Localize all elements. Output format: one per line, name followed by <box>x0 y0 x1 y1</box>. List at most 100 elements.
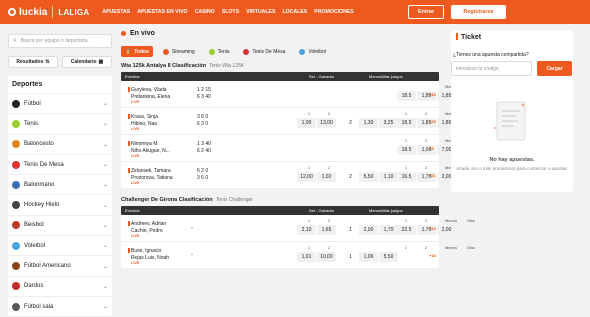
nav-virtuales[interactable]: VIRTUALES <box>246 9 275 15</box>
sport-label: Tenis <box>24 120 39 127</box>
more-markets-link[interactable]: +19 <box>429 92 436 97</box>
sidebar-item-sport[interactable]: Hockey Hielo ⌄ <box>8 195 112 216</box>
login-button[interactable]: Entrar <box>408 5 444 19</box>
odds-button[interactable]: 18.5 <box>397 91 416 101</box>
filter-voleibol[interactable]: Voleibol <box>295 46 330 57</box>
chevron-down-icon[interactable]: ⌄ <box>103 141 108 148</box>
sport-label: Baloncesto <box>24 141 54 148</box>
odds-button[interactable]: 5,50 <box>379 252 398 262</box>
chevron-down-icon[interactable]: ⌄ <box>103 100 108 107</box>
odds-button[interactable]: 1,01 <box>297 252 316 262</box>
odds-button[interactable]: 3,25 <box>379 118 398 128</box>
more-markets-link[interactable]: +13 <box>429 226 436 231</box>
odds-button[interactable]: 1,65 <box>317 225 336 235</box>
nav-promociones[interactable]: PROMOCIONES <box>314 9 354 15</box>
odds-button[interactable]: 1,70 <box>379 225 398 235</box>
filter-todos[interactable]: ⌛ Todos <box>121 46 153 57</box>
more-markets-link[interactable]: +8 <box>429 146 434 151</box>
load-button[interactable]: Cargar <box>537 61 572 76</box>
sidebar-item-sport[interactable]: Fútbol ⌄ <box>8 94 112 115</box>
odds-header: 1 <box>404 245 408 250</box>
empty-ticket-icon <box>494 101 526 141</box>
american-football-icon <box>12 262 20 271</box>
logo-text: luckia <box>19 6 48 18</box>
odds-button[interactable]: 1,06 <box>359 252 378 262</box>
nav-casino[interactable]: CASINO <box>195 9 215 15</box>
odds-button[interactable]: 22.5 <box>397 225 416 235</box>
main-nav: APUESTAS APUESTAS EN VIVO CASINO SLOTS V… <box>102 9 353 15</box>
nav-apuestas-en-vivo[interactable]: APUESTAS EN VIVO <box>137 9 187 15</box>
code-input[interactable]: Introduce tu código <box>451 61 532 76</box>
odds-button[interactable]: 18.5 <box>397 145 416 155</box>
player-1: Andreev, Adrian <box>131 221 167 227</box>
chevron-down-icon[interactable]: ⌄ <box>103 242 108 249</box>
table-row[interactable]: Guryleva, Vlada Pridankina, Elena LIVE 1 2 … <box>121 81 475 108</box>
chevron-down-icon[interactable]: ⌄ <box>103 161 108 168</box>
match-players: Kraus, Sinja Hibino, Nao <box>131 114 158 127</box>
filter-tenis[interactable]: Tenis <box>205 46 234 57</box>
sidebar-item-sport[interactable]: Baloncesto ⌄ <box>8 135 112 155</box>
more-markets-link[interactable]: +18 <box>429 253 436 258</box>
chevron-down-icon[interactable]: ⌄ <box>103 202 108 209</box>
luckia-logo[interactable]: luckia <box>8 7 47 18</box>
nav-locales[interactable]: LOCALES <box>282 9 307 15</box>
odds-button[interactable]: 16.5 <box>397 172 416 182</box>
sport-label: Hockey Hielo <box>24 202 60 209</box>
sidebar-item-sport[interactable]: Fútbol Americano ⌄ <box>8 256 112 277</box>
filter-tenis-de-mesa[interactable]: Tenis De Mesa <box>239 46 289 57</box>
odds-button[interactable]: 1,02 <box>317 172 336 182</box>
chevron-down-icon[interactable]: ⌄ <box>103 120 108 127</box>
odds-header: 2 <box>327 218 331 223</box>
filter-label: Todos <box>134 48 149 55</box>
sidebar-item-sport[interactable]: Beisbol ⌄ <box>8 216 112 237</box>
odds-header: 1 <box>307 218 311 223</box>
odds-button[interactable]: 5,50 <box>359 172 378 182</box>
chevron-down-icon[interactable]: ⌄ <box>103 222 108 229</box>
nav-slots[interactable]: SLOTS <box>222 9 239 15</box>
search-input[interactable]: ⚲ Busca por equipo o deportista.. <box>8 34 112 48</box>
more-markets-link[interactable]: +25 <box>429 119 436 124</box>
serve-indicator <box>128 168 130 173</box>
odds-button[interactable]: 1,30 <box>359 118 378 128</box>
table-row[interactable]: Zidansek, Tamara Prozorova, Tatiana LIVE 6 … <box>121 162 475 189</box>
chevron-down-icon[interactable]: ⌄ <box>103 263 108 270</box>
sidebar-item-sport[interactable]: Tenis ⌄ <box>8 114 112 135</box>
odds-header: 1 <box>404 218 408 223</box>
tennis-ball-icon <box>12 119 20 128</box>
serve-indicator <box>128 248 130 253</box>
col-winner: Set - Ganador <box>309 74 335 79</box>
league-header[interactable]: Challenger De Girona Clasificación Tenis … <box>121 197 439 203</box>
league-header[interactable]: Wta 125k Antalya II Clasificación Tenis W… <box>121 63 439 69</box>
sidebar-item-sport[interactable]: Tenis De Mesa ⌄ <box>8 155 112 176</box>
odds-button[interactable]: 13,00 <box>317 118 336 128</box>
sport-label: Beisbol <box>24 222 44 229</box>
odds-button[interactable]: 18.5 <box>397 118 416 128</box>
sidebar-item-sport[interactable]: Dardos ⌄ <box>8 277 112 297</box>
table-row[interactable]: Ninomiya M. Niho Akugue, N... LIVE 1 3 40 6 … <box>121 135 475 162</box>
odds-button[interactable]: 12,00 <box>297 172 316 182</box>
odds-button[interactable]: 1,00 <box>297 118 316 128</box>
odds-button[interactable]: 10,00 <box>317 252 336 262</box>
more-markets-link[interactable]: +21 <box>429 173 436 178</box>
chevron-down-icon[interactable]: ⌄ <box>103 181 108 188</box>
results-button[interactable]: Resultados ⇅ <box>8 56 58 68</box>
odds-button[interactable]: 2,00 <box>437 225 456 235</box>
sidebar-item-sport[interactable]: Fútbol sala ⌄ <box>8 297 112 317</box>
filter-streaming[interactable]: Streaming <box>159 46 199 57</box>
odds-header: 2 <box>424 138 428 143</box>
calendar-button[interactable]: Calendario ▦ <box>62 56 112 68</box>
sidebar-item-sport[interactable]: Balonmano ⌄ <box>8 175 112 196</box>
sidebar-item-sport[interactable]: Voleibol ⌄ <box>8 236 112 257</box>
chevron-down-icon[interactable]: ⌄ <box>103 283 108 290</box>
nav-apuestas[interactable]: APUESTAS <box>102 9 130 15</box>
table-row[interactable]: Kraus, Sinja Hibino, Nao LIVE 3 6 06 3 0 1 2 1… <box>121 108 475 135</box>
odds-button[interactable]: 2,00 <box>359 225 378 235</box>
table-row[interactable]: Buse, Ignacio Rejas Luis, Noah LIVE - 1 2 1 2 Me… <box>121 242 475 269</box>
odds-button[interactable]: 1,10 <box>379 172 398 182</box>
odds-header: 1 <box>307 165 311 170</box>
chevron-down-icon[interactable]: ⌄ <box>103 303 108 310</box>
table-row[interactable]: Andreev, Adrian Cachin, Pedro LIVE - 1 2 1 2 Men… <box>121 215 475 242</box>
register-button[interactable]: Registrarse <box>451 5 506 19</box>
odds-button[interactable]: 2,10 <box>297 225 316 235</box>
match-score: 1 3 40 6 2 40 <box>197 141 211 154</box>
